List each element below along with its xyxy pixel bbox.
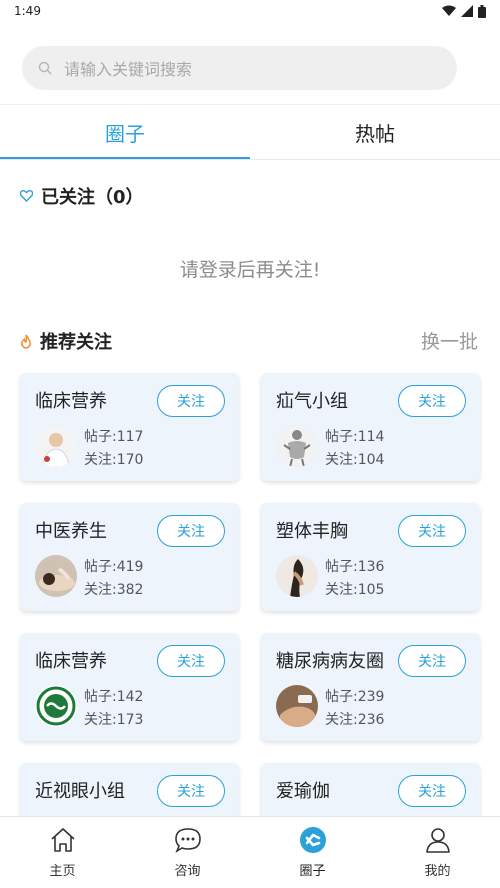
nav-circles[interactable]: 圈子 <box>250 817 375 888</box>
follower-count: 关注:173 <box>84 712 144 728</box>
body-avatar <box>276 555 318 597</box>
follow-button[interactable]: 关注 <box>398 775 466 807</box>
group-card[interactable]: 临床营养 关注 帖子:117 关注:170 <box>20 373 239 481</box>
nav-mine[interactable]: 我的 <box>375 817 500 888</box>
follower-count: 关注:236 <box>325 712 385 728</box>
wifi-icon <box>442 5 456 16</box>
flame-icon <box>21 334 31 349</box>
status-icons <box>442 4 486 18</box>
circle-icon <box>299 827 326 853</box>
search-placeholder: 请输入关键词搜索 <box>64 60 193 79</box>
group-name: 糖尿病病友圈 <box>276 651 384 672</box>
post-count: 帖子:136 <box>325 559 385 575</box>
recommend-title: 推荐关注 <box>40 332 112 353</box>
follow-button[interactable]: 关注 <box>398 385 466 417</box>
group-name: 爱瑜伽 <box>276 781 330 802</box>
battery-icon <box>478 4 486 18</box>
nav-home[interactable]: 主页 <box>0 817 125 888</box>
follow-button[interactable]: 关注 <box>157 645 225 677</box>
group-stats: 帖子:117 关注:170 <box>84 426 143 472</box>
follow-button[interactable]: 关注 <box>157 385 225 417</box>
nav-circles-label: 圈子 <box>299 864 326 879</box>
signal-icon <box>461 5 473 17</box>
post-count: 帖子:419 <box>84 559 144 575</box>
group-name: 临床营养 <box>35 651 107 672</box>
nav-mine-label: 我的 <box>424 864 451 879</box>
nav-consult-label: 咨询 <box>174 864 201 879</box>
group-stats: 帖子:419 关注:382 <box>84 556 143 602</box>
group-name: 中医养生 <box>35 521 107 542</box>
post-count: 帖子:114 <box>325 429 385 445</box>
doctor-avatar <box>35 425 77 467</box>
status-time: 1:49 <box>14 4 41 18</box>
nav-consult[interactable]: 咨询 <box>125 817 250 888</box>
group-card[interactable]: 中医养生 关注 帖子:419 关注:382 <box>20 503 239 611</box>
group-name: 塑体丰胸 <box>276 521 348 542</box>
group-name: 疝气小组 <box>276 391 348 412</box>
follower-count: 关注:104 <box>325 452 385 468</box>
follower-count: 关注:105 <box>325 582 385 598</box>
group-name: 近视眼小组 <box>35 781 125 802</box>
group-stats: 帖子:136 关注:105 <box>325 556 384 602</box>
tab-circles[interactable]: 圈子 <box>0 105 250 160</box>
group-card[interactable]: 塑体丰胸 关注 帖子:136 关注:105 <box>261 503 480 611</box>
search-input[interactable]: 请输入关键词搜索 <box>22 46 457 90</box>
anatomy-avatar <box>276 425 318 467</box>
heart-icon <box>20 190 33 202</box>
post-count: 帖子:117 <box>84 429 144 445</box>
home-icon <box>50 828 75 852</box>
post-count: 帖子:142 <box>84 689 144 705</box>
tab-hot-posts[interactable]: 热帖 <box>250 105 500 160</box>
nav-home-label: 主页 <box>49 864 76 879</box>
massage-avatar <box>35 555 77 597</box>
user-icon <box>425 828 450 853</box>
followed-title: 已关注（0） <box>41 187 144 208</box>
tab-bar: 圈子 热帖 <box>0 104 500 160</box>
group-stats: 帖子:239 关注:236 <box>325 686 384 732</box>
followed-header: 已关注（0） <box>20 183 144 209</box>
chat-icon <box>174 828 201 853</box>
follower-count: 关注:170 <box>84 452 144 468</box>
group-stats: 帖子:142 关注:173 <box>84 686 143 732</box>
recommend-header: 推荐关注 <box>20 328 112 354</box>
logo-avatar <box>35 685 77 727</box>
bottom-nav: 主页 咨询 圈子 我的 <box>0 816 500 888</box>
group-stats: 帖子:114 关注:104 <box>325 426 384 472</box>
refresh-button[interactable]: 换一批 <box>421 327 478 354</box>
follow-button[interactable]: 关注 <box>157 775 225 807</box>
follow-button[interactable]: 关注 <box>398 645 466 677</box>
follower-count: 关注:382 <box>84 582 144 598</box>
post-count: 帖子:239 <box>325 689 385 705</box>
group-card[interactable]: 临床营养 关注 帖子:142 关注:173 <box>20 633 239 741</box>
search-icon <box>38 61 52 75</box>
group-card[interactable]: 疝气小组 关注 帖子:114 关注:104 <box>261 373 480 481</box>
group-card[interactable]: 糖尿病病友圈 关注 帖子:239 关注:236 <box>261 633 480 741</box>
login-hint[interactable]: 请登录后再关注! <box>0 255 500 282</box>
follow-button[interactable]: 关注 <box>398 515 466 547</box>
follow-button[interactable]: 关注 <box>157 515 225 547</box>
tab-divider <box>0 159 500 160</box>
group-name: 临床营养 <box>35 391 107 412</box>
status-bar: 1:49 <box>0 0 500 22</box>
hand-avatar <box>276 685 318 727</box>
